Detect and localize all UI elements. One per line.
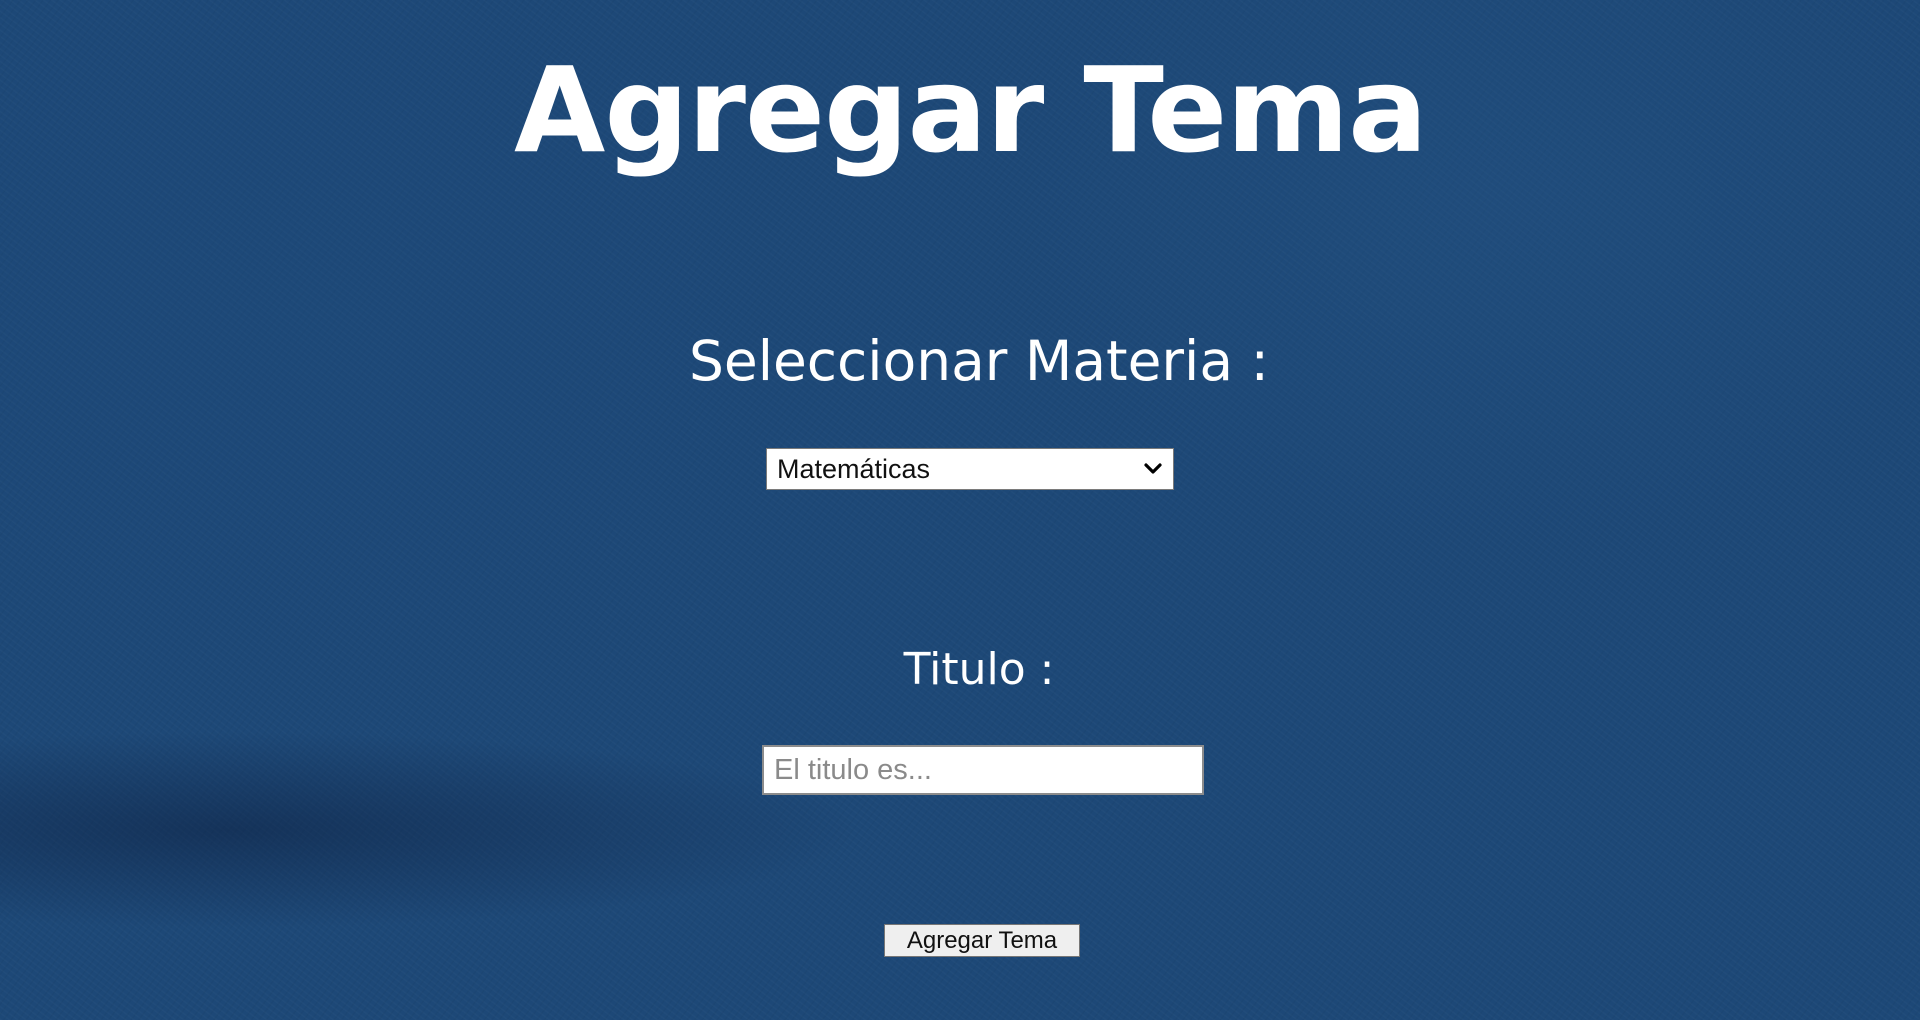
subject-select-value: Matemáticas	[777, 454, 931, 484]
subject-select[interactable]: Matemáticas	[766, 448, 1174, 490]
chevron-down-icon	[1144, 463, 1162, 474]
subject-label: Seleccionar Materia :	[688, 329, 1270, 393]
title-input[interactable]	[762, 745, 1204, 795]
title-label: Titulo :	[903, 644, 1055, 695]
add-topic-button[interactable]: Agregar Tema	[884, 924, 1080, 957]
page-title: Agregar Tema	[514, 41, 1428, 179]
